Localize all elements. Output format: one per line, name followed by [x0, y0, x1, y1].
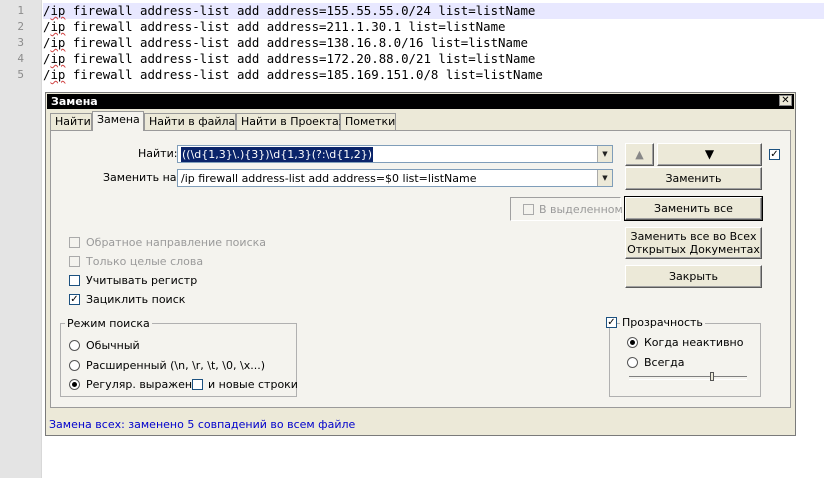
find-input[interactable]: ((\d{1,3}\.){3})\d{1,3}(?:\d{1,2}): [181, 147, 374, 162]
direction-checkbox[interactable]: ✓: [769, 149, 780, 160]
tab-replace[interactable]: Замена: [92, 111, 144, 131]
spellcheck-marked-word: ip: [50, 67, 66, 82]
close-button[interactable]: Закрыть: [625, 265, 762, 288]
backward-checkbox[interactable]: [69, 237, 80, 248]
replace-all-docs-line1: Заменить все во Всех: [630, 230, 757, 243]
status-bar: Замена всех: заменено 5 совпадений во вс…: [49, 418, 356, 431]
transparency-slider-thumb[interactable]: [710, 372, 714, 381]
replace-panel: Найти: ((\d{1,3}\.){3})\d{1,3}(?:\d{1,2}…: [50, 130, 791, 408]
find-next-button[interactable]: ▼: [657, 143, 762, 166]
wrap-around-label: Зациклить поиск: [86, 293, 186, 306]
whole-words-checkbox[interactable]: [69, 256, 80, 267]
line-number: 1: [17, 4, 24, 17]
replace-combo[interactable]: /ip firewall address-list add address=$0…: [177, 169, 613, 187]
backward-label: Обратное направление поиска: [86, 236, 266, 249]
tab-find-in-projects[interactable]: Найти в Проектах: [236, 113, 345, 130]
in-selection-checkbox[interactable]: [523, 204, 534, 215]
search-mode-title: Режим поиска: [65, 317, 152, 330]
mode-extended-radio[interactable]: [69, 360, 80, 371]
transparency-inactive-radio[interactable]: [627, 337, 638, 348]
newline-label: и новые строки: [208, 378, 298, 391]
transparency-always-label: Всегда: [644, 356, 685, 369]
replace-label: Заменить на:: [103, 171, 181, 184]
dialog-title: Замена: [51, 95, 98, 108]
spellcheck-marked-word: ip: [50, 35, 66, 50]
find-label: Найти:: [138, 147, 178, 160]
transparency-title: Прозрачность: [620, 316, 705, 329]
code-text: firewall address-list add address=155.55…: [65, 3, 536, 18]
replace-input[interactable]: /ip firewall address-list add address=$0…: [181, 171, 477, 186]
mode-normal-radio[interactable]: [69, 340, 80, 351]
code-line[interactable]: /ip firewall address-list add address=13…: [43, 35, 824, 51]
match-case-label: Учитывать регистр: [86, 274, 198, 287]
code-text: firewall address-list add address=138.16…: [65, 35, 528, 50]
find-previous-button[interactable]: ▲: [625, 143, 654, 166]
mode-regex-label: Регуляр. выражен.: [86, 378, 196, 391]
mode-extended-label: Расширенный (\n, \r, \t, \0, \x...): [86, 359, 265, 372]
in-selection-label: В выделенном: [539, 203, 623, 216]
code-text: firewall address-list add address=211.1.…: [65, 19, 506, 34]
dialog-titlebar[interactable]: Замена ✕: [47, 94, 794, 109]
replace-button[interactable]: Заменить: [625, 167, 762, 190]
spellcheck-marked-word: ip: [50, 51, 66, 66]
find-combo[interactable]: ((\d{1,3}\.){3})\d{1,3}(?:\d{1,2}) ▼: [177, 145, 613, 163]
match-case-checkbox[interactable]: [69, 275, 80, 286]
line-number: 3: [17, 36, 24, 49]
mode-normal-label: Обычный: [86, 339, 140, 352]
chevron-down-icon[interactable]: ▼: [597, 170, 612, 186]
close-icon[interactable]: ✕: [779, 95, 792, 106]
spellcheck-marked-word: ip: [50, 3, 66, 18]
tab-find[interactable]: Найти: [50, 113, 92, 130]
code-line[interactable]: /ip firewall address-list add address=21…: [43, 19, 824, 35]
spellcheck-marked-word: ip: [50, 19, 66, 34]
newline-checkbox[interactable]: [192, 379, 203, 390]
chevron-down-icon[interactable]: ▼: [597, 146, 612, 162]
transparency-slider[interactable]: [629, 376, 747, 380]
wrap-around-checkbox[interactable]: ✓: [69, 294, 80, 305]
replace-all-button[interactable]: Заменить все: [624, 196, 763, 221]
replace-all-docs-line2: Открытых Документах: [627, 243, 760, 256]
code-line[interactable]: /ip firewall address-list add address=15…: [43, 3, 824, 19]
line-number: 2: [17, 20, 24, 33]
tab-marks[interactable]: Пометки: [340, 113, 396, 130]
code-line[interactable]: /ip firewall address-list add address=18…: [43, 67, 824, 83]
transparency-checkbox[interactable]: ✓: [606, 317, 617, 328]
code-line[interactable]: /ip firewall address-list add address=17…: [43, 51, 824, 67]
transparency-always-radio[interactable]: [627, 357, 638, 368]
transparency-inactive-label: Когда неактивно: [644, 336, 744, 349]
tab-find-in-files[interactable]: Найти в файлах: [144, 113, 242, 130]
line-number: 4: [17, 52, 24, 65]
whole-words-label: Только целые слова: [86, 255, 204, 268]
replace-dialog: Замена ✕ Найти Замена Найти в файлах Най…: [45, 92, 796, 436]
mode-regex-radio[interactable]: [69, 379, 80, 390]
line-number: 5: [17, 68, 24, 81]
replace-all-open-docs-button[interactable]: Заменить все во Всех Открытых Документах: [625, 227, 762, 259]
code-text: firewall address-list add address=185.16…: [65, 67, 543, 82]
code-text: firewall address-list add address=172.20…: [65, 51, 536, 66]
